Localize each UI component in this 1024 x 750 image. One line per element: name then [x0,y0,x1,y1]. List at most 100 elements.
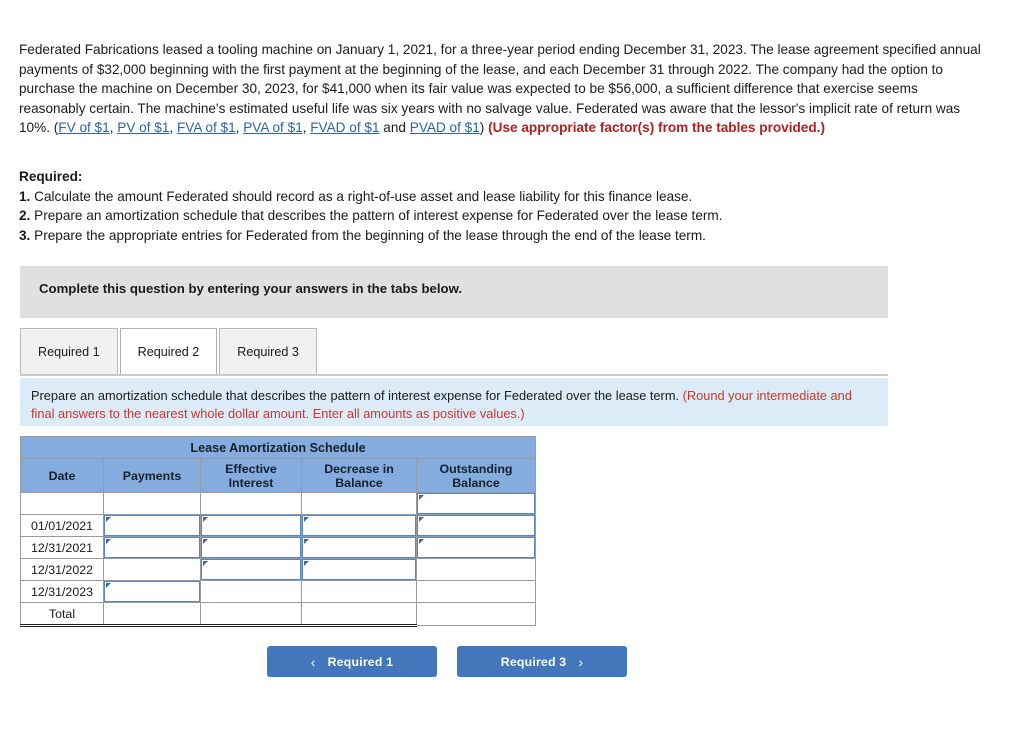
cell-payments[interactable] [103,536,201,559]
instruction-bar: Complete this question by entering your … [20,266,888,318]
cell-payments[interactable] [103,580,201,603]
cell-decrease-in-balance [301,602,417,627]
cell-date: Total [20,602,104,627]
cell-payments[interactable] [103,514,201,537]
next-required-button[interactable]: Required 3 › [457,646,627,677]
cell-decrease-in-balance[interactable] [301,558,417,581]
cell-effective-interest [200,602,302,627]
cell-effective-interest [200,492,302,515]
previous-required-button[interactable]: ‹ Required 1 [267,646,437,677]
input-effective-interest[interactable] [201,559,301,580]
table-header-row: Date Payments Effective Interest Decreas… [20,458,536,493]
required-item: 3. Prepare the appropriate entries for F… [19,226,919,246]
cell-date: 12/31/2021 [20,536,104,559]
factor-table-link[interactable]: PVAD of $1 [410,120,480,135]
table-row: 12/31/2023 [20,580,536,603]
tab-bar: Required 1 Required 2 Required 3 [20,328,888,376]
cell-effective-interest[interactable] [200,514,302,537]
column-header-line1: Effective [225,461,277,476]
lease-amortization-schedule-table: Lease Amortization Schedule Date Payment… [20,436,536,627]
cell-outstanding-balance [416,558,536,581]
cell-payments [103,492,201,515]
tab-instruction-text: Prepare an amortization schedule that de… [31,387,871,422]
factor-table-link[interactable]: PV of $1 [117,120,169,135]
cell-date: 01/01/2021 [20,514,104,537]
table-row: 12/31/2022 [20,558,536,581]
input-decrease-in-balance[interactable] [302,537,416,558]
chevron-left-icon: ‹ [310,653,316,670]
table-body: 01/01/2021 12/31/2021 12/31/2022 12/31/2023… [20,492,536,627]
factor-table-link[interactable]: FV of $1 [58,120,109,135]
column-header-effective-interest: Effective Interest [200,458,302,493]
instruction-bar-text: Complete this question by entering your … [39,281,463,296]
column-header-line1: Date [48,468,76,483]
tab-underline [20,374,888,376]
question-page: Federated Fabrications leased a tooling … [0,0,1024,750]
problem-statement: Federated Fabrications leased a tooling … [19,40,981,138]
required-item-text: Calculate the amount Federated should re… [34,188,693,204]
cell-outstanding-balance[interactable] [416,514,536,537]
input-payments[interactable] [104,581,200,602]
column-header-line2: Interest [228,475,274,490]
required-item-number: 2. [19,208,31,224]
amortization-table-wrapper: Lease Amortization Schedule Date Payment… [20,436,536,627]
table-row [20,492,536,515]
required-item-number: 3. [19,227,31,243]
cell-decrease-in-balance[interactable] [301,514,417,537]
factor-table-link[interactable]: FVA of $1 [177,120,236,135]
input-effective-interest[interactable] [201,537,301,558]
column-header-line2: Balance [452,475,500,490]
problem-text: ) [479,120,489,136]
column-header-line1: Payments [122,468,182,483]
required-item-text: Prepare the appropriate entries for Fede… [34,227,706,243]
cell-decrease-in-balance [301,492,417,515]
tab-instruction-panel: Prepare an amortization schedule that de… [20,378,888,426]
cell-payments [103,602,201,627]
input-outstanding-balance[interactable] [417,515,535,536]
navigation-buttons: ‹ Required 1 Required 3 › [267,646,627,677]
cell-outstanding-balance[interactable] [416,536,536,559]
table-total-row: Total [20,602,536,627]
required-block: Required: 1. Calculate the amount Federa… [19,167,919,245]
input-payments[interactable] [104,537,200,558]
input-outstanding-balance[interactable] [417,537,535,558]
required-item: 2. Prepare an amortization schedule that… [19,206,919,226]
table-row: 01/01/2021 [20,514,536,537]
tab-required-2[interactable]: Required 2 [119,328,218,374]
cell-payments [103,558,201,581]
column-header-outstanding-balance: Outstanding Balance [416,458,536,493]
cell-effective-interest [200,580,302,603]
cell-outstanding-balance[interactable] [416,492,536,515]
table-title: Lease Amortization Schedule [20,436,536,459]
tab-instruction-main: Prepare an amortization schedule that de… [31,388,680,403]
cell-effective-interest[interactable] [200,558,302,581]
cell-effective-interest[interactable] [200,536,302,559]
cell-date [20,492,104,515]
table-head: Lease Amortization Schedule Date Payment… [20,436,536,493]
cell-decrease-in-balance[interactable] [301,536,417,559]
table-title-row: Lease Amortization Schedule [20,436,536,459]
column-header-line1: Outstanding [439,461,513,476]
tab-required-3[interactable]: Required 3 [219,328,317,374]
input-payments[interactable] [104,515,200,536]
tab-required-1[interactable]: Required 1 [20,328,118,374]
factor-table-link[interactable]: FVAD of $1 [310,120,379,135]
column-header-payments: Payments [103,458,201,493]
input-effective-interest[interactable] [201,515,301,536]
input-outstanding-balance[interactable] [417,493,535,514]
problem-text: , [169,120,177,136]
input-decrease-in-balance[interactable] [302,559,416,580]
required-item: 1. Calculate the amount Federated should… [19,187,919,207]
cell-date: 12/31/2022 [20,558,104,581]
problem-text: and [379,120,410,136]
required-heading: Required: [19,169,83,184]
chevron-right-icon: › [578,653,584,670]
tab-strip: Required 1 Required 2 Required 3 [20,328,319,374]
cell-decrease-in-balance [301,580,417,603]
required-item-number: 1. [19,188,31,204]
factor-table-link[interactable]: PVA of $1 [243,120,302,135]
use-factors-note: (Use appropriate factor(s) from the tabl… [488,120,825,136]
column-header-line1: Decrease in [324,461,394,476]
next-required-label: Required 3 [500,654,567,669]
input-decrease-in-balance[interactable] [302,515,416,536]
